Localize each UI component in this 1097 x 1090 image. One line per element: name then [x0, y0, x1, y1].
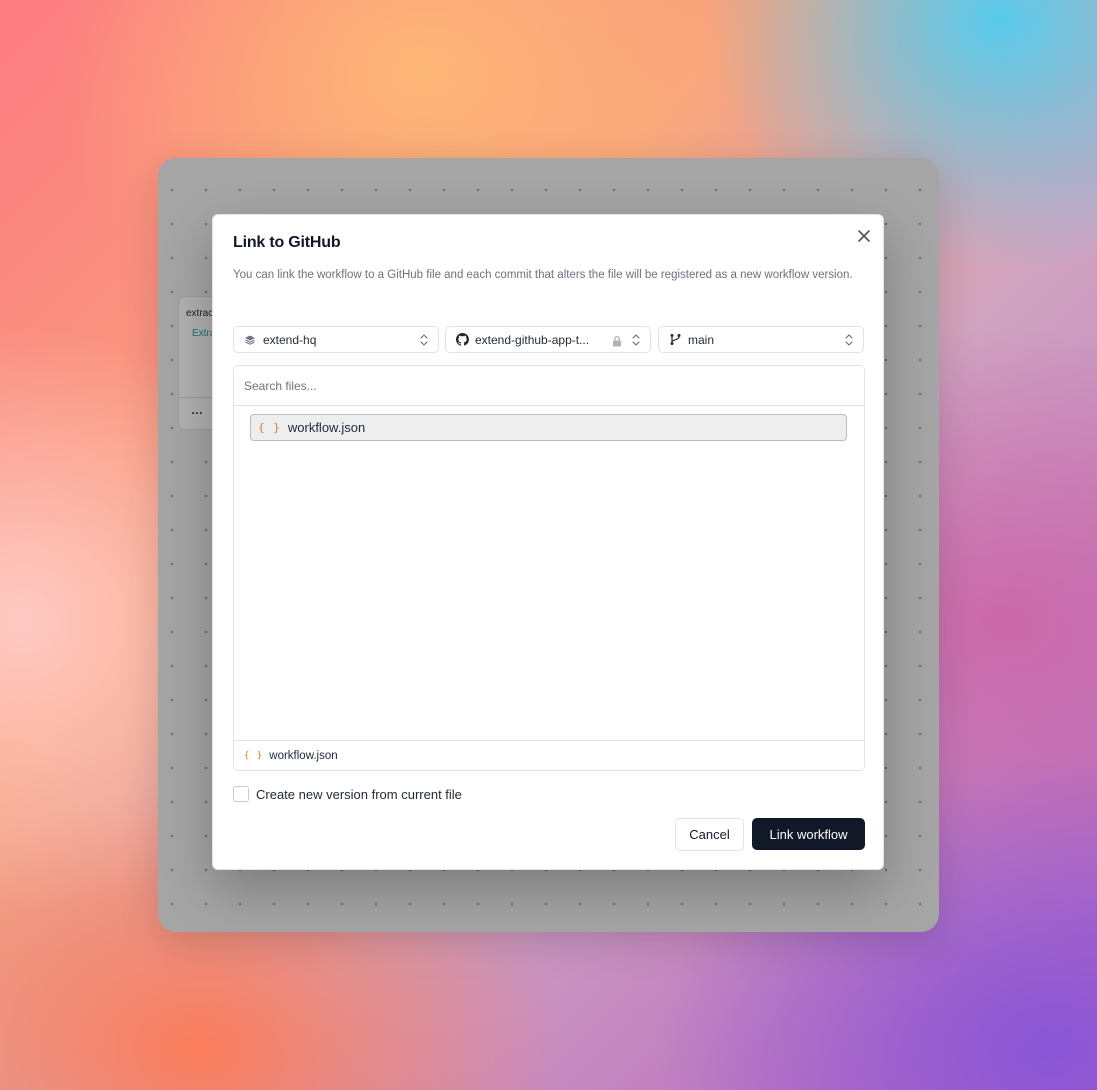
create-version-label: Create new version from current file — [256, 786, 462, 802]
git-branch-icon — [668, 333, 682, 347]
chevron-up-down-icon — [844, 333, 854, 347]
file-browser: { } workflow.json { } workflow.json — [233, 365, 865, 771]
dialog-title: Link to GitHub — [233, 234, 341, 251]
node-menu-icon[interactable]: … — [191, 403, 204, 417]
link-github-dialog: Link to GitHub You can link the workflow… — [212, 214, 884, 870]
repository-select[interactable]: extend-github-app-t... — [445, 326, 651, 353]
cancel-button[interactable]: Cancel — [675, 818, 744, 851]
json-file-icon: { } — [244, 750, 264, 761]
link-workflow-button[interactable]: Link workflow — [752, 818, 865, 850]
dialog-description: You can link the workflow to a GitHub fi… — [233, 269, 853, 281]
organization-select[interactable]: extend-hq — [233, 326, 439, 353]
close-icon[interactable] — [855, 227, 873, 245]
repository-select-label: extend-github-app-t... — [475, 332, 590, 347]
branch-select-label: main — [688, 332, 715, 347]
selected-file-name: workflow.json — [269, 749, 338, 762]
chevron-up-down-icon — [631, 333, 641, 347]
organization-select-label: extend-hq — [263, 332, 317, 347]
json-file-icon: { } — [258, 421, 281, 434]
layers-icon — [243, 333, 257, 347]
search-files-input[interactable] — [234, 366, 864, 406]
branch-select[interactable]: main — [658, 326, 864, 353]
file-list-item[interactable]: { } workflow.json — [250, 414, 847, 441]
create-version-checkbox[interactable] — [233, 786, 249, 802]
node-title: extrac — [186, 308, 214, 319]
chevron-up-down-icon — [419, 333, 429, 347]
create-version-option[interactable]: Create new version from current file — [233, 786, 462, 802]
file-name: workflow.json — [287, 420, 366, 435]
github-icon — [455, 333, 469, 347]
selected-file-bar: { } workflow.json — [234, 740, 864, 770]
lock-icon — [611, 334, 623, 346]
